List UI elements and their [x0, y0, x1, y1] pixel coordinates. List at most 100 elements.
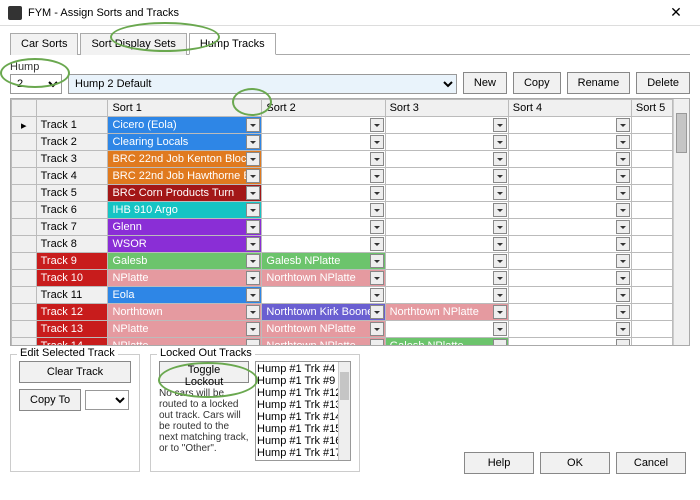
- copy-button[interactable]: Copy: [513, 72, 561, 94]
- chevron-down-icon[interactable]: [246, 203, 260, 217]
- locked-list-item[interactable]: Hump #1 Trk #16: [257, 435, 349, 447]
- sort-cell[interactable]: Cicero (Eola): [108, 117, 262, 134]
- sort-cell[interactable]: Galesb: [108, 253, 262, 270]
- locked-list-item[interactable]: Hump #1 Trk #4: [257, 363, 349, 375]
- chevron-down-icon[interactable]: [246, 152, 260, 166]
- rename-button[interactable]: Rename: [567, 72, 631, 94]
- sort-cell[interactable]: NPlatte: [108, 270, 262, 287]
- chevron-down-icon[interactable]: [493, 220, 507, 234]
- chevron-down-icon[interactable]: [616, 322, 630, 336]
- chevron-down-icon[interactable]: [370, 254, 384, 268]
- sort-cell[interactable]: [385, 202, 508, 219]
- chevron-down-icon[interactable]: [616, 237, 630, 251]
- chevron-down-icon[interactable]: [370, 305, 384, 319]
- chevron-down-icon[interactable]: [616, 305, 630, 319]
- chevron-down-icon[interactable]: [616, 220, 630, 234]
- chevron-down-icon[interactable]: [493, 288, 507, 302]
- chevron-down-icon[interactable]: [246, 237, 260, 251]
- col-sort1[interactable]: Sort 1: [108, 100, 262, 117]
- chevron-down-icon[interactable]: [370, 237, 384, 251]
- sort-cell[interactable]: Northtown NPlatte: [262, 321, 385, 338]
- sort-cell[interactable]: [508, 287, 631, 304]
- chevron-down-icon[interactable]: [616, 288, 630, 302]
- cancel-button[interactable]: Cancel: [616, 452, 686, 474]
- sort-cell[interactable]: [262, 219, 385, 236]
- toggle-lockout-button[interactable]: Toggle Lockout: [159, 361, 249, 383]
- sort-cell[interactable]: [508, 134, 631, 151]
- sort-cell[interactable]: [508, 117, 631, 134]
- sort-cell[interactable]: [385, 253, 508, 270]
- sort-cell[interactable]: [385, 185, 508, 202]
- chevron-down-icon[interactable]: [246, 118, 260, 132]
- sort-cell[interactable]: [262, 202, 385, 219]
- chevron-down-icon[interactable]: [370, 220, 384, 234]
- chevron-down-icon[interactable]: [370, 118, 384, 132]
- chevron-down-icon[interactable]: [616, 203, 630, 217]
- chevron-down-icon[interactable]: [370, 271, 384, 285]
- sort-cell[interactable]: BRC 22nd Job Kenton Block: [108, 151, 262, 168]
- sort-cell[interactable]: [385, 117, 508, 134]
- copy-to-select[interactable]: [85, 390, 129, 410]
- col-sort3[interactable]: Sort 3: [385, 100, 508, 117]
- sort-cell[interactable]: [508, 321, 631, 338]
- chevron-down-icon[interactable]: [370, 186, 384, 200]
- hump-default-select[interactable]: Hump 2 Default: [68, 74, 457, 94]
- chevron-down-icon[interactable]: [246, 169, 260, 183]
- chevron-down-icon[interactable]: [616, 186, 630, 200]
- chevron-down-icon[interactable]: [246, 220, 260, 234]
- chevron-down-icon[interactable]: [616, 169, 630, 183]
- chevron-down-icon[interactable]: [493, 118, 507, 132]
- chevron-down-icon[interactable]: [246, 186, 260, 200]
- sort-cell[interactable]: [385, 151, 508, 168]
- sort-cell[interactable]: NPlatte: [108, 321, 262, 338]
- chevron-down-icon[interactable]: [616, 254, 630, 268]
- sort-cell[interactable]: Galesb NPlatte: [385, 338, 508, 346]
- sort-cell[interactable]: Northtown: [108, 304, 262, 321]
- sort-cell[interactable]: BRC 22nd Job Hawthorne Block: [108, 168, 262, 185]
- chevron-down-icon[interactable]: [370, 169, 384, 183]
- sort-cell[interactable]: [508, 219, 631, 236]
- ok-button[interactable]: OK: [540, 452, 610, 474]
- sort-cell[interactable]: Northtown Kirk Boone: [262, 304, 385, 321]
- chevron-down-icon[interactable]: [616, 152, 630, 166]
- sort-cell[interactable]: BRC Corn Products Turn: [108, 185, 262, 202]
- hump-select[interactable]: 2: [10, 74, 62, 94]
- locked-list-item[interactable]: Hump #1 Trk #14: [257, 411, 349, 423]
- chevron-down-icon[interactable]: [616, 135, 630, 149]
- sort-cell[interactable]: [262, 287, 385, 304]
- chevron-down-icon[interactable]: [370, 135, 384, 149]
- sort-cell[interactable]: [385, 219, 508, 236]
- sort-cell[interactable]: Galesb NPlatte: [262, 253, 385, 270]
- col-sort5[interactable]: Sort 5: [631, 100, 672, 117]
- locked-list[interactable]: Hump #1 Trk #4Hump #1 Trk #9Hump #1 Trk …: [255, 361, 351, 461]
- chevron-down-icon[interactable]: [246, 339, 260, 345]
- locked-list-item[interactable]: Hump #1 Trk #13: [257, 399, 349, 411]
- chevron-down-icon[interactable]: [370, 288, 384, 302]
- locked-list-item[interactable]: Hump #1 Trk #9: [257, 375, 349, 387]
- sort-cell[interactable]: Northtown NPlatte: [262, 270, 385, 287]
- locked-list-item[interactable]: Hump #1 Trk #18: [257, 459, 349, 461]
- chevron-down-icon[interactable]: [246, 135, 260, 149]
- locked-list-item[interactable]: Hump #1 Trk #15: [257, 423, 349, 435]
- sort-cell[interactable]: [508, 185, 631, 202]
- sort-cell[interactable]: [262, 117, 385, 134]
- chevron-down-icon[interactable]: [616, 118, 630, 132]
- chevron-down-icon[interactable]: [493, 152, 507, 166]
- tab-car-sorts[interactable]: Car Sorts: [10, 33, 78, 55]
- sort-cell[interactable]: Glenn: [108, 219, 262, 236]
- sort-cell[interactable]: NPlatte: [108, 338, 262, 346]
- locked-list-item[interactable]: Hump #1 Trk #12: [257, 387, 349, 399]
- chevron-down-icon[interactable]: [493, 169, 507, 183]
- chevron-down-icon[interactable]: [246, 288, 260, 302]
- locked-list-item[interactable]: Hump #1 Trk #17: [257, 447, 349, 459]
- sort-cell[interactable]: Eola: [108, 287, 262, 304]
- sort-cell[interactable]: [385, 321, 508, 338]
- sort-cell[interactable]: [262, 151, 385, 168]
- delete-button[interactable]: Delete: [636, 72, 690, 94]
- sort-cell[interactable]: Northtown NPlatte: [262, 338, 385, 346]
- tab-sort-display-sets[interactable]: Sort Display Sets: [80, 33, 186, 55]
- clear-track-button[interactable]: Clear Track: [19, 361, 131, 383]
- chevron-down-icon[interactable]: [493, 271, 507, 285]
- chevron-down-icon[interactable]: [493, 203, 507, 217]
- sort-cell[interactable]: [508, 151, 631, 168]
